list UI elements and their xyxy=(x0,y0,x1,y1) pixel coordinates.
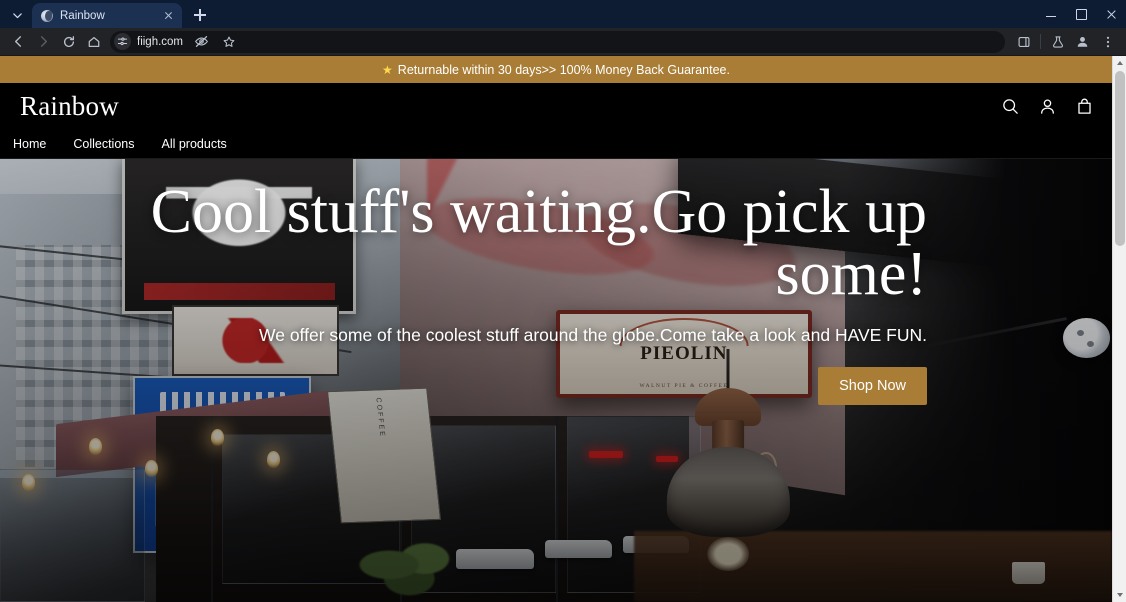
star-icon: ★ xyxy=(382,62,393,77)
minimize-icon[interactable] xyxy=(1036,0,1066,28)
eye-slash-icon[interactable] xyxy=(189,30,214,54)
back-arrow-icon[interactable] xyxy=(6,30,31,54)
star-icon[interactable] xyxy=(216,30,241,54)
tab-title: Rainbow xyxy=(60,9,105,22)
browser-title-bar: Rainbow xyxy=(0,0,1126,28)
reload-icon[interactable] xyxy=(56,30,81,54)
nav-item-collections[interactable]: Collections xyxy=(73,137,134,151)
page-scrollbar[interactable] xyxy=(1112,56,1126,602)
new-tab-icon[interactable] xyxy=(188,3,212,27)
tab-strip: Rainbow xyxy=(0,0,1036,28)
hero-subtitle: We offer some of the coolest stuff aroun… xyxy=(259,325,927,345)
scroll-up-icon[interactable] xyxy=(1113,56,1126,70)
site-logo[interactable]: Rainbow xyxy=(20,91,1001,122)
tune-icon[interactable] xyxy=(114,33,131,50)
address-bar[interactable]: fiigh.com xyxy=(110,30,1005,54)
maximize-icon[interactable] xyxy=(1066,0,1096,28)
announcement-bar: ★ Returnable within 30 days>> 100% Money… xyxy=(0,56,1112,83)
globe-icon xyxy=(41,9,53,22)
browser-tab[interactable]: Rainbow xyxy=(32,3,182,28)
hero-banner: PIEOLIN WALNUT PIE & COFFEE xyxy=(0,159,1112,602)
shop-now-button[interactable]: Shop Now xyxy=(818,367,927,405)
three-dot-menu-icon[interactable] xyxy=(1095,30,1120,54)
browser-window: Rainbow fiigh.com ★ Returnable within 30… xyxy=(0,0,1126,602)
hero-content: Cool stuff's waiting.Go pick up some! We… xyxy=(0,159,1112,602)
scroll-down-icon[interactable] xyxy=(1113,588,1126,602)
announcement-text: Returnable within 30 days>> 100% Money B… xyxy=(397,62,730,77)
home-icon[interactable] xyxy=(81,30,106,54)
close-icon[interactable] xyxy=(161,8,176,23)
site-header: Rainbow xyxy=(0,83,1112,129)
window-controls xyxy=(1036,0,1126,28)
nav-item-home[interactable]: Home xyxy=(13,137,46,151)
nav-item-all-products[interactable]: All products xyxy=(161,137,226,151)
side-panel-icon[interactable] xyxy=(1011,30,1036,54)
scrollbar-thumb[interactable] xyxy=(1115,71,1125,246)
header-icons xyxy=(1001,97,1094,116)
flask-icon[interactable] xyxy=(1045,30,1070,54)
close-icon[interactable] xyxy=(1096,0,1126,28)
omnibox-actions xyxy=(189,30,241,54)
site-nav: Home Collections All products xyxy=(0,129,1112,159)
profile-avatar-icon[interactable] xyxy=(1070,30,1095,54)
tab-search-button[interactable] xyxy=(4,3,30,27)
browser-toolbar: fiigh.com xyxy=(0,28,1126,56)
web-page: ★ Returnable within 30 days>> 100% Money… xyxy=(0,56,1112,602)
url-text: fiigh.com xyxy=(137,35,184,48)
page-viewport: ★ Returnable within 30 days>> 100% Money… xyxy=(0,56,1126,602)
search-icon[interactable] xyxy=(1001,97,1020,116)
cart-icon[interactable] xyxy=(1075,97,1094,116)
forward-arrow-icon[interactable] xyxy=(31,30,56,54)
toolbar-divider xyxy=(1040,34,1041,49)
account-icon[interactable] xyxy=(1038,97,1057,116)
hero-title: Cool stuff's waiting.Go pick up some! xyxy=(150,178,927,308)
